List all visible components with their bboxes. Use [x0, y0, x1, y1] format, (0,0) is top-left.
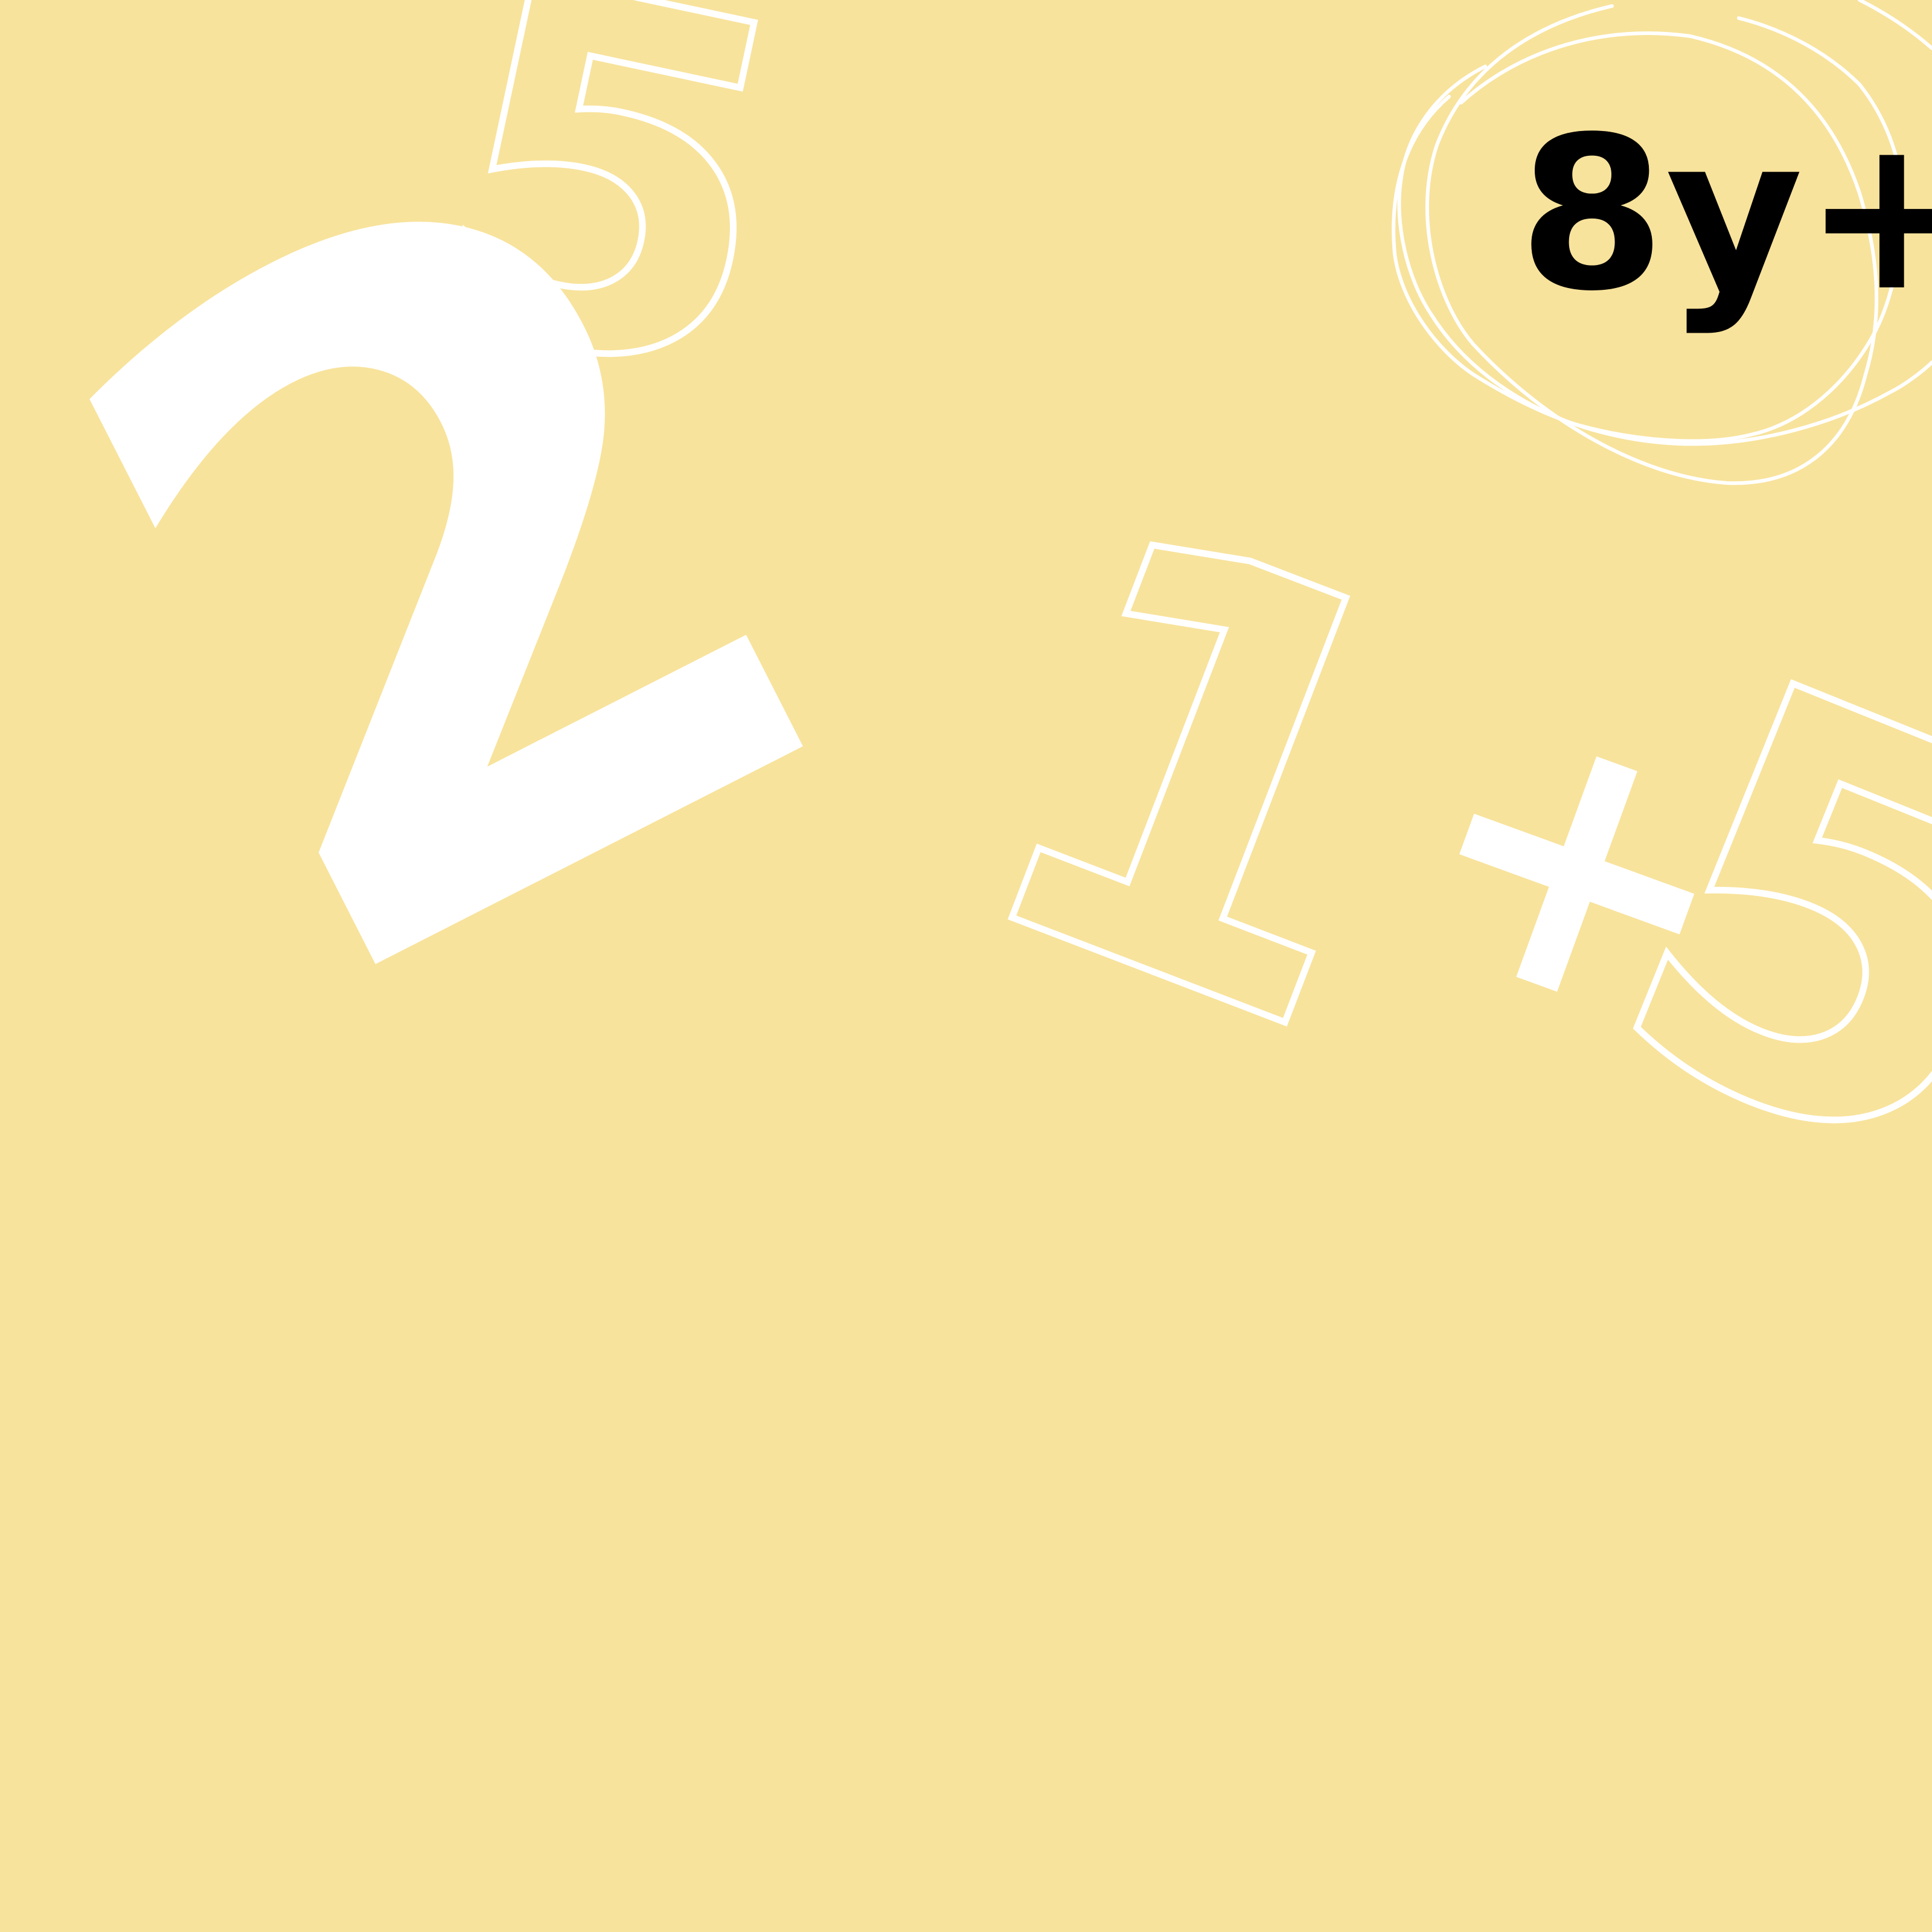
- poster-canvas: 2 5 1 + 5 8y+: [0, 0, 1932, 1932]
- age-badge-text: 8y+: [1518, 91, 1932, 337]
